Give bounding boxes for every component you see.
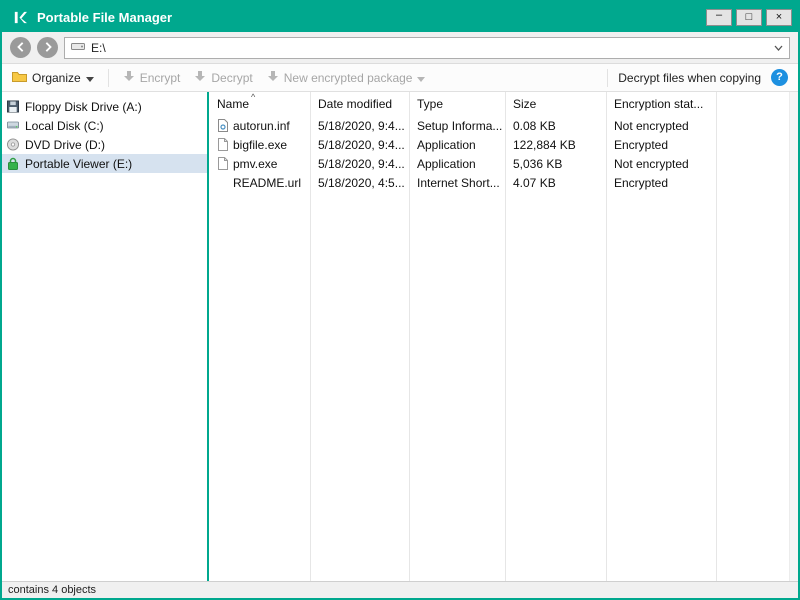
- sidebar-item-portable-viewer[interactable]: Portable Viewer (E:): [2, 154, 207, 173]
- drive-label: DVD Drive (D:): [25, 137, 105, 152]
- back-button[interactable]: [10, 37, 31, 58]
- help-icon[interactable]: ?: [771, 69, 788, 86]
- file-size: 122,884 KB: [513, 137, 576, 152]
- file-row-readme[interactable]: README.url 5/18/2020, 4:5... Internet Sh…: [209, 173, 798, 192]
- sidebar-item-dvd-drive[interactable]: DVD Drive (D:): [2, 135, 207, 154]
- back-arrow-icon: [16, 40, 26, 55]
- app-logo-icon: [12, 10, 27, 25]
- file-date: 5/18/2020, 9:4...: [318, 118, 405, 133]
- status-bar: contains 4 objects: [2, 581, 798, 598]
- column-header-encryption-status[interactable]: Encryption stat...: [606, 96, 716, 112]
- portable-file-manager-window: Portable File Manager – □ × E:\ Organize…: [0, 0, 800, 600]
- hard-drive-icon: [7, 119, 19, 132]
- address-path: E:\: [91, 40, 106, 55]
- organize-dropdown-icon: [85, 71, 94, 85]
- file-encryption-status: Not encrypted: [614, 156, 689, 171]
- maximize-icon: □: [745, 10, 753, 23]
- address-bar[interactable]: E:\: [64, 36, 790, 59]
- drive-label: Floppy Disk Drive (A:): [25, 99, 142, 114]
- sidebar-item-local-disk[interactable]: Local Disk (C:): [2, 116, 207, 135]
- file-row-autorun[interactable]: autorun.inf 5/18/2020, 9:4... Setup Info…: [209, 116, 798, 135]
- file-row-pmv[interactable]: pmv.exe 5/18/2020, 9:4... Application 5,…: [209, 154, 798, 173]
- drive-icon: [71, 40, 85, 55]
- padlock-icon: [7, 157, 19, 170]
- forward-arrow-icon: [43, 40, 53, 55]
- toolbar-separator: [107, 68, 109, 87]
- toolbar-right-group: Decrypt files when copying ?: [607, 68, 788, 87]
- drive-label: Local Disk (C:): [25, 118, 104, 133]
- file-list-panel: ^ Name Date modified Type Size Encryptio…: [209, 92, 798, 581]
- sort-ascending-icon: ^: [251, 92, 256, 102]
- column-header-type[interactable]: Type: [409, 96, 505, 112]
- file-icon: [217, 157, 229, 170]
- encrypt-arrow-icon: [123, 70, 135, 85]
- file-name: README.url: [233, 175, 302, 190]
- file-encryption-status: Encrypted: [614, 175, 669, 190]
- file-size: 4.07 KB: [513, 175, 556, 190]
- organize-button[interactable]: Organize: [12, 70, 94, 85]
- new-package-arrow-icon: [267, 70, 279, 85]
- address-dropdown-icon[interactable]: [774, 45, 783, 51]
- file-size: 5,036 KB: [513, 156, 563, 171]
- forward-button[interactable]: [37, 37, 58, 58]
- floppy-disk-icon: [7, 100, 19, 113]
- maximize-button[interactable]: □: [736, 8, 762, 26]
- setup-file-icon: [217, 119, 229, 132]
- encrypt-label: Encrypt: [139, 70, 181, 85]
- column-divider[interactable]: [310, 92, 311, 581]
- column-header-size[interactable]: Size: [505, 96, 606, 112]
- file-name: bigfile.exe: [233, 137, 288, 152]
- toolbar-separator: [607, 68, 609, 87]
- new-package-label: New encrypted package: [283, 70, 413, 85]
- file-type: Application: [417, 156, 476, 171]
- file-type: Application: [417, 137, 476, 152]
- minimize-button[interactable]: –: [706, 8, 732, 26]
- new-encrypted-package-button[interactable]: New encrypted package: [267, 70, 426, 85]
- encrypt-button[interactable]: Encrypt: [123, 70, 181, 85]
- close-icon: ×: [775, 10, 783, 23]
- column-divider[interactable]: [505, 92, 506, 581]
- drive-label: Portable Viewer (E:): [25, 156, 133, 171]
- decrypt-arrow-icon: [194, 70, 206, 85]
- window-title: Portable File Manager: [37, 9, 173, 25]
- file-icon: [217, 138, 229, 151]
- file-date: 5/18/2020, 9:4...: [318, 137, 405, 152]
- blank-icon: [217, 176, 229, 189]
- file-encryption-status: Not encrypted: [614, 118, 689, 133]
- list-header: ^ Name Date modified Type Size Encryptio…: [209, 92, 798, 116]
- file-date: 5/18/2020, 4:5...: [318, 175, 405, 190]
- navigation-bar: E:\: [2, 32, 798, 64]
- organize-label: Organize: [32, 70, 81, 85]
- sidebar-item-floppy-drive[interactable]: Floppy Disk Drive (A:): [2, 97, 207, 116]
- file-name: pmv.exe: [233, 156, 278, 171]
- file-row-bigfile[interactable]: bigfile.exe 5/18/2020, 9:4... Applicatio…: [209, 135, 798, 154]
- title-bar: Portable File Manager – □ ×: [2, 2, 798, 32]
- drive-sidebar: Floppy Disk Drive (A:) Local Disk (C:) D…: [2, 92, 207, 581]
- status-text: contains 4 objects: [8, 584, 97, 596]
- column-divider[interactable]: [716, 92, 717, 581]
- folder-icon: [12, 70, 27, 85]
- window-controls: – □ ×: [702, 8, 792, 26]
- decrypt-label: Decrypt: [211, 70, 253, 85]
- column-divider[interactable]: [409, 92, 410, 581]
- file-type: Setup Informa...: [417, 118, 503, 133]
- column-header-date-modified[interactable]: Date modified: [310, 96, 409, 112]
- file-encryption-status: Encrypted: [614, 137, 669, 152]
- decrypt-button[interactable]: Decrypt: [194, 70, 253, 85]
- file-type: Internet Short...: [417, 175, 500, 190]
- minimize-icon: –: [715, 8, 723, 21]
- main-area: Floppy Disk Drive (A:) Local Disk (C:) D…: [2, 92, 798, 581]
- file-name: autorun.inf: [233, 118, 290, 133]
- file-date: 5/18/2020, 9:4...: [318, 156, 405, 171]
- toolbar: Organize Encrypt Decrypt New encrypted p…: [2, 64, 798, 92]
- new-package-dropdown-icon: [417, 71, 426, 85]
- file-size: 0.08 KB: [513, 118, 556, 133]
- vertical-scrollbar[interactable]: [789, 92, 798, 581]
- column-header-name[interactable]: Name: [209, 96, 310, 112]
- decrypt-when-copying-label: Decrypt files when copying: [618, 70, 761, 85]
- column-divider[interactable]: [606, 92, 607, 581]
- close-button[interactable]: ×: [766, 8, 792, 26]
- optical-disc-icon: [7, 138, 19, 151]
